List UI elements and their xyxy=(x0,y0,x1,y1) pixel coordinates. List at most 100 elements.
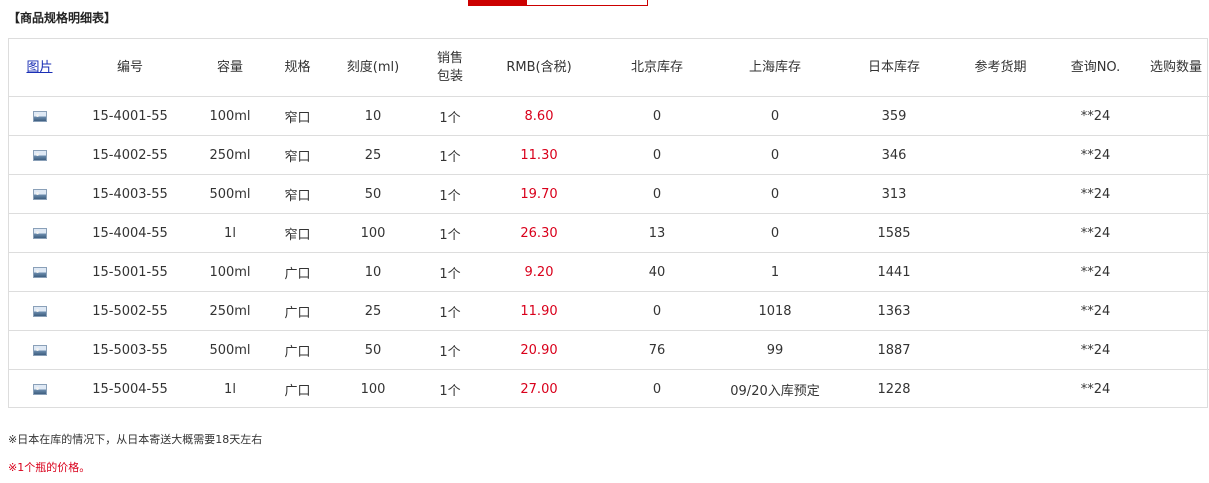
col-header-shanghai-stock: 上海库存 xyxy=(715,39,835,97)
quantity-cell xyxy=(1143,135,1209,175)
col-header-japan-stock: 日本库存 xyxy=(835,39,953,97)
japan-stock-cell: 359 xyxy=(835,96,953,136)
col-header-package: 销售 包装 xyxy=(421,39,479,97)
image-thumbnail-icon[interactable] xyxy=(32,266,47,278)
table-row: 15-4002-55 250ml 窄口 25 1个 11.30 0 0 346 **24 xyxy=(9,135,1209,175)
spec-table: 图片 编号 容量 规格 刻度(ml) 销售 包装 RMB(含税) 北京库存 上海库… xyxy=(9,39,1209,408)
japan-stock-cell: 1363 xyxy=(835,291,953,331)
quantity-cell xyxy=(1143,291,1209,331)
image-cell xyxy=(9,135,70,175)
image-column-link[interactable]: 图片 xyxy=(26,60,52,75)
japan-stock-cell: 346 xyxy=(835,135,953,175)
scale-cell: 10 xyxy=(325,252,421,292)
shanghai-stock-cell: 0 xyxy=(715,96,835,136)
scale-cell: 10 xyxy=(325,96,421,136)
japan-stock-cell: 1441 xyxy=(835,252,953,292)
capacity-cell: 500ml xyxy=(190,330,270,370)
image-thumbnail-icon[interactable] xyxy=(32,110,47,122)
image-thumbnail-icon[interactable] xyxy=(32,149,47,161)
japan-stock-cell: 1887 xyxy=(835,330,953,370)
beijing-stock-cell: 40 xyxy=(599,252,715,292)
table-row: 15-5003-55 500ml 广口 50 1个 20.90 76 99 1887 **24 xyxy=(9,330,1209,370)
capacity-cell: 500ml xyxy=(190,174,270,214)
table-header-row: 图片 编号 容量 规格 刻度(ml) 销售 包装 RMB(含税) 北京库存 上海库… xyxy=(9,39,1209,97)
spec-cell: 广口 xyxy=(270,252,325,292)
shanghai-stock-cell: 0 xyxy=(715,213,835,253)
query-no-cell: **24 xyxy=(1048,252,1143,292)
scale-cell: 50 xyxy=(325,174,421,214)
price-cell: 20.90 xyxy=(479,330,599,370)
delivery-cell xyxy=(953,135,1048,175)
table-body: 15-4001-55 100ml 窄口 10 1个 8.60 0 0 359 **24 15-400… xyxy=(9,96,1209,409)
page-title: 【商品规格明细表】 xyxy=(8,11,117,25)
scale-cell: 25 xyxy=(325,291,421,331)
product-code: 15-4003-55 xyxy=(70,174,190,214)
image-thumbnail-icon[interactable] xyxy=(32,305,47,317)
spec-cell: 广口 xyxy=(284,383,311,399)
capacity-cell: 1l xyxy=(224,381,236,397)
price-cell: 11.30 xyxy=(479,135,599,175)
delivery-cell xyxy=(953,174,1048,214)
shanghai-stock-cell: 1 xyxy=(715,252,835,292)
package-cell: 1个 xyxy=(421,330,479,370)
image-cell xyxy=(9,213,70,253)
price-cell: 27.00 xyxy=(520,381,558,397)
col-header-query: 查询NO. xyxy=(1048,39,1143,97)
delivery-cell xyxy=(953,96,1048,136)
spec-cell: 广口 xyxy=(270,330,325,370)
quantity-cell xyxy=(1143,213,1209,253)
col-header-beijing-stock: 北京库存 xyxy=(599,39,715,97)
query-no-cell: **24 xyxy=(1048,330,1143,370)
product-code: 15-4004-55 xyxy=(70,213,190,253)
capacity-cell: 100ml xyxy=(190,96,270,136)
beijing-stock-cell: 0 xyxy=(599,96,715,136)
beijing-stock-cell: 0 xyxy=(652,381,662,397)
price-cell: 19.70 xyxy=(479,174,599,214)
beijing-stock-cell: 0 xyxy=(599,174,715,214)
query-no-cell: **24 xyxy=(1048,213,1143,253)
table-row: 15-4004-55 1l 窄口 100 1个 26.30 13 0 1585 **24 xyxy=(9,213,1209,253)
japan-stock-cell: 313 xyxy=(835,174,953,214)
delivery-cell xyxy=(953,291,1048,331)
quantity-cell xyxy=(1143,370,1209,409)
col-header-package-line2: 包装 xyxy=(436,68,463,84)
spec-cell: 窄口 xyxy=(270,135,325,175)
quantity-cell xyxy=(1143,252,1209,292)
image-thumbnail-icon[interactable] xyxy=(32,188,47,200)
col-header-code: 编号 xyxy=(70,39,190,97)
product-code: 15-4001-55 xyxy=(70,96,190,136)
image-cell xyxy=(9,291,70,331)
col-header-capacity: 容量 xyxy=(190,39,270,97)
beijing-stock-cell: 13 xyxy=(599,213,715,253)
beijing-stock-cell: 0 xyxy=(599,135,715,175)
spec-cell: 窄口 xyxy=(270,174,325,214)
scale-cell: 50 xyxy=(325,330,421,370)
top-tab-active xyxy=(469,0,527,5)
table-row: 15-5004-55 1l 广口 100 1个 27.00 0 09/20入库预定 1228 **… xyxy=(9,370,1209,409)
package-cell: 1个 xyxy=(421,96,479,136)
col-header-delivery: 参考货期 xyxy=(953,39,1048,97)
spec-cell: 窄口 xyxy=(270,96,325,136)
col-header-image[interactable]: 图片 xyxy=(9,39,70,97)
image-thumbnail-icon[interactable] xyxy=(32,344,47,356)
query-no-cell: **24 xyxy=(1048,291,1143,331)
image-thumbnail-icon[interactable] xyxy=(32,383,47,395)
scale-cell: 100 xyxy=(360,381,386,397)
quantity-cell xyxy=(1143,174,1209,214)
image-cell xyxy=(9,174,70,214)
package-cell: 1个 xyxy=(421,252,479,292)
delivery-cell xyxy=(953,252,1048,292)
package-cell: 1个 xyxy=(421,291,479,331)
japan-stock-cell: 1585 xyxy=(835,213,953,253)
query-no-cell: **24 xyxy=(1048,174,1143,214)
scale-cell: 25 xyxy=(325,135,421,175)
delivery-cell xyxy=(953,370,1048,409)
package-cell: 1个 xyxy=(439,383,461,399)
package-cell: 1个 xyxy=(421,135,479,175)
beijing-stock-cell: 76 xyxy=(599,330,715,370)
shipping-note: ※日本在库的情况下，从日本寄送大概需要18天左右 xyxy=(8,433,263,446)
table-row: 15-4003-55 500ml 窄口 50 1个 19.70 0 0 313 **24 xyxy=(9,174,1209,214)
quantity-cell xyxy=(1143,330,1209,370)
shanghai-stock-cell: 09/20入库预定 xyxy=(730,383,820,399)
image-thumbnail-icon[interactable] xyxy=(32,227,47,239)
